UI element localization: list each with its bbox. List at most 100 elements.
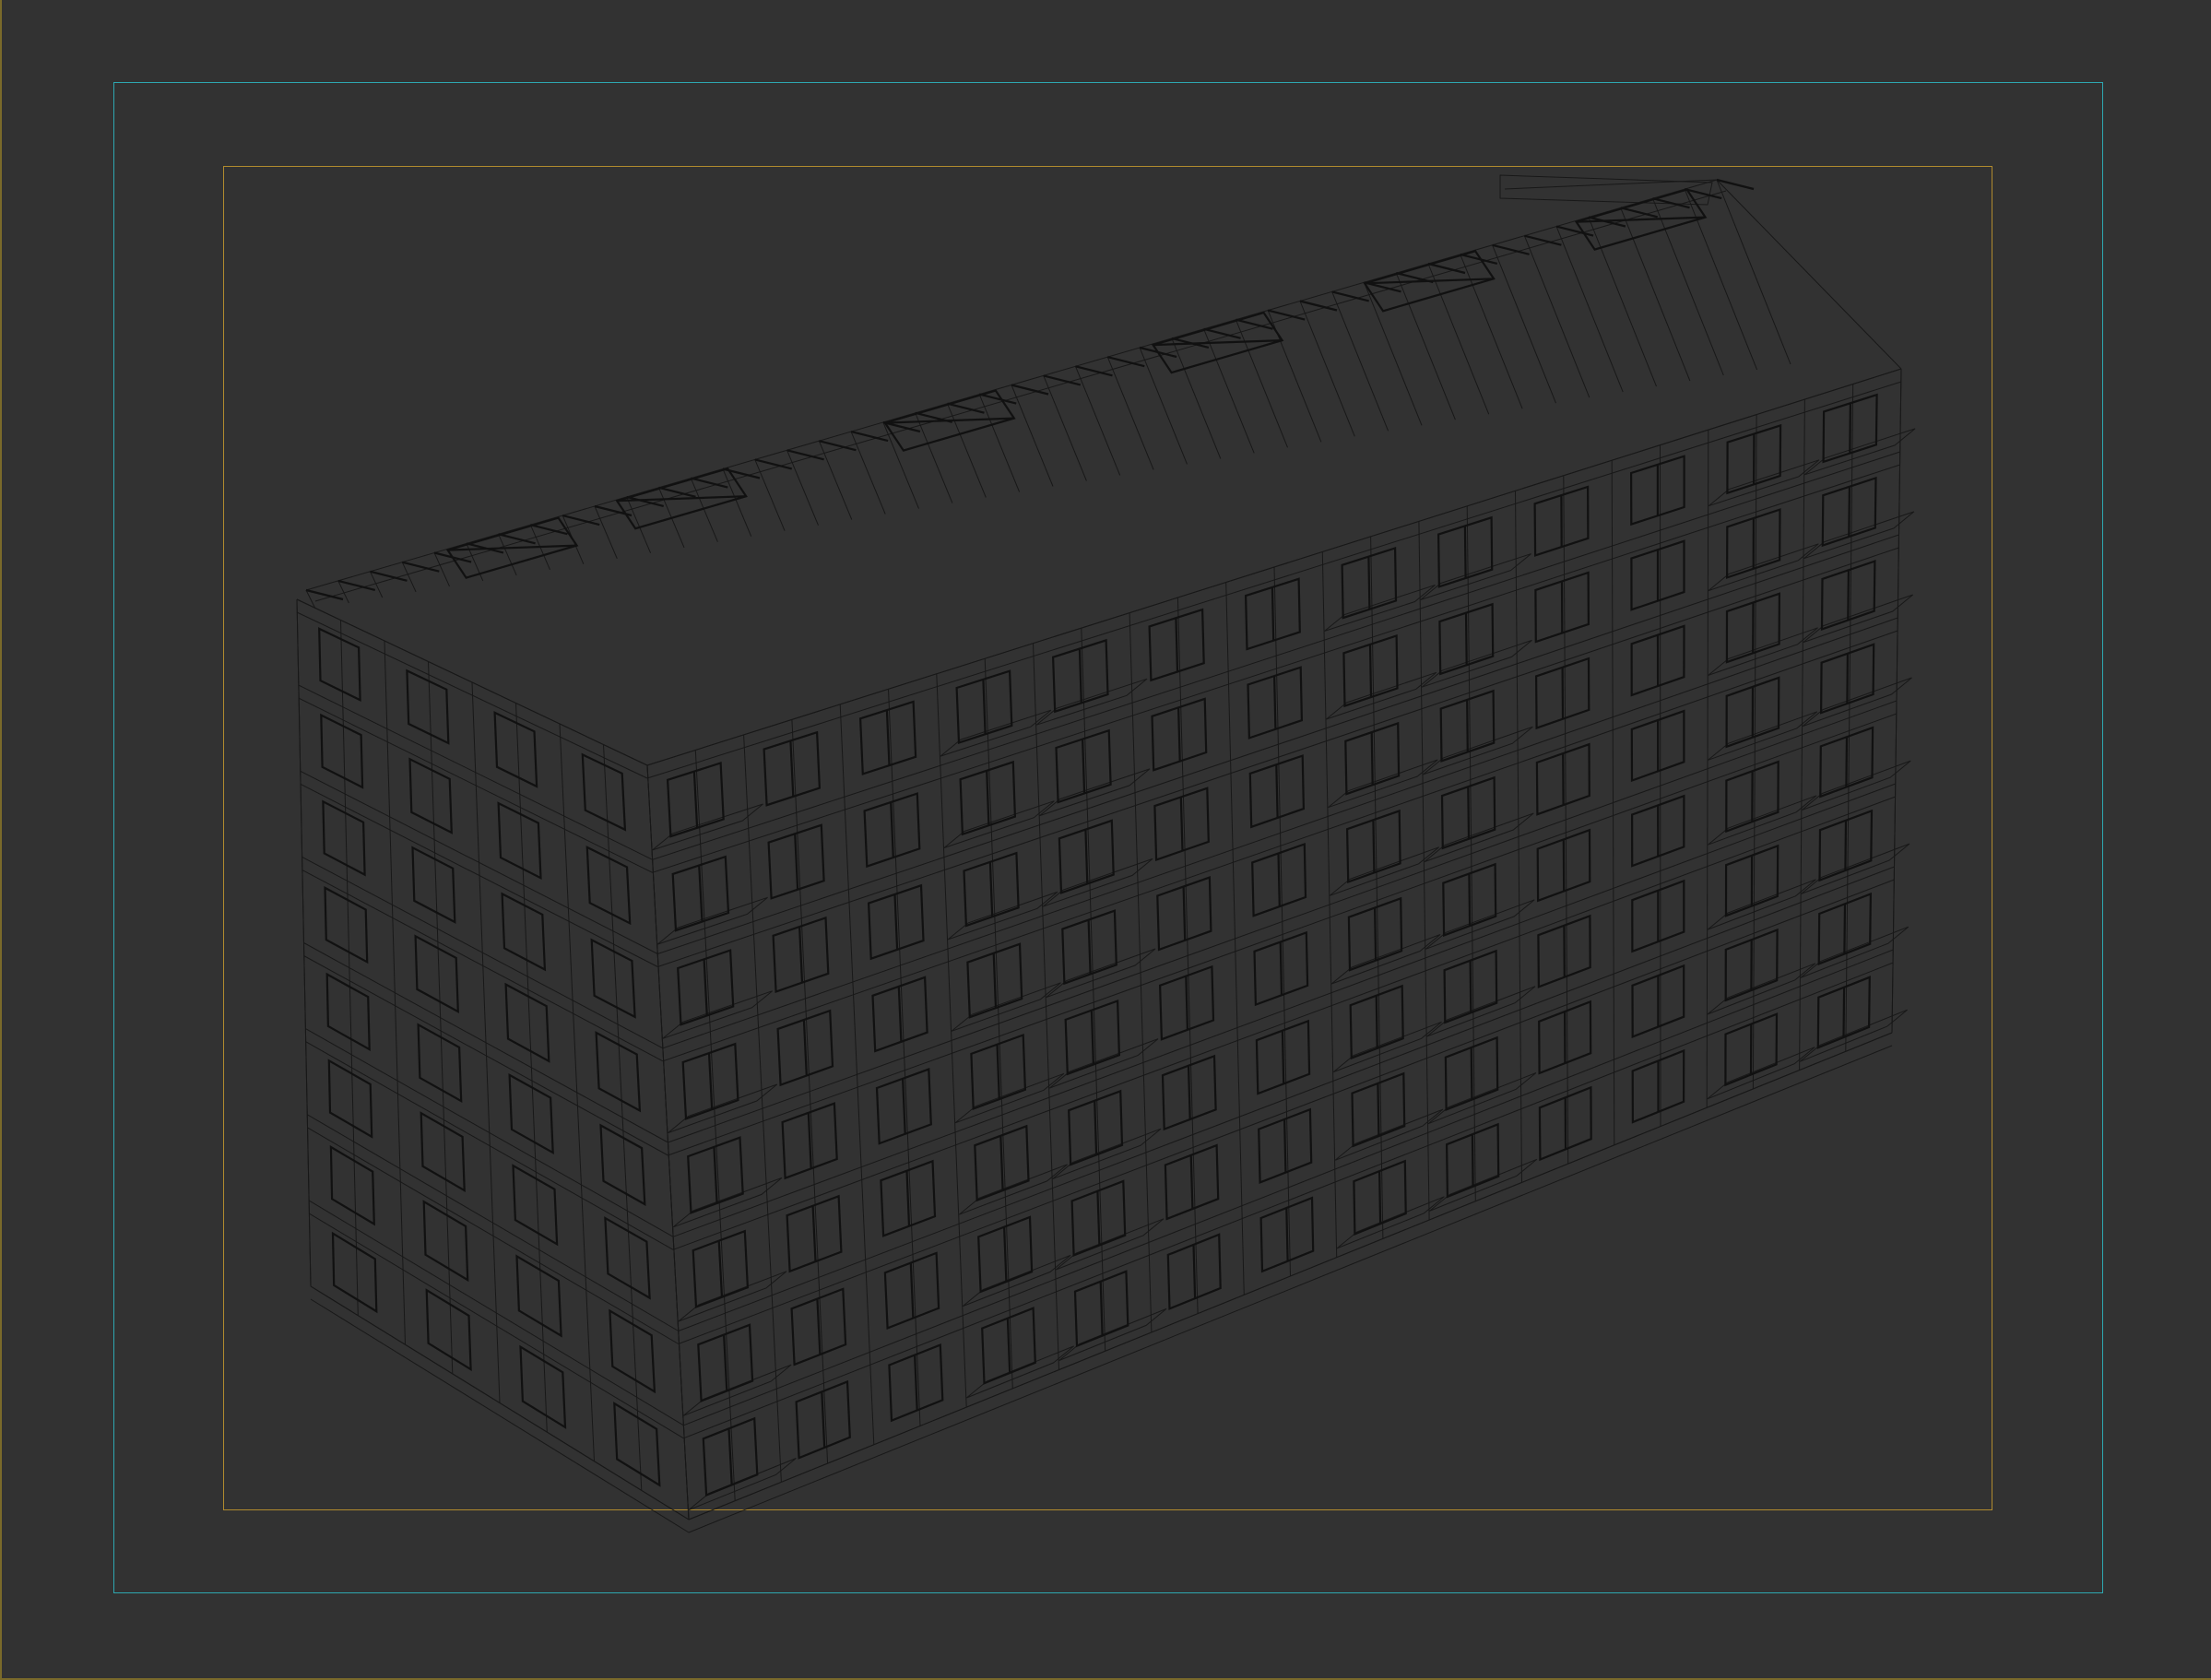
side-window	[331, 1231, 378, 1314]
window-mullion	[1090, 1010, 1094, 1065]
roof-slope-line	[1620, 207, 1691, 382]
balcony-slab	[1425, 899, 1535, 950]
balcony-slab	[1334, 1108, 1444, 1161]
roof-slope-line	[1523, 235, 1590, 398]
roof-slope-line	[978, 394, 1021, 492]
roof-slope-line	[1716, 179, 1791, 365]
side-window	[322, 799, 366, 877]
window-mullion	[1175, 618, 1179, 672]
window-mullion	[885, 710, 891, 766]
side-floor-line	[302, 869, 664, 1062]
window-mullion	[816, 1298, 822, 1355]
side-window	[406, 668, 450, 745]
corner-edge	[296, 598, 312, 1287]
roof-dormer-brace	[1365, 278, 1495, 285]
window-mullion	[999, 1135, 1004, 1191]
roof-slope-line	[754, 459, 786, 531]
side-window	[411, 846, 456, 924]
window-mullion	[798, 927, 804, 983]
window-mullion	[1192, 1244, 1197, 1299]
window-mullion	[802, 1019, 808, 1076]
window-mullion	[789, 740, 795, 797]
gable-edge	[1716, 179, 1902, 370]
side-window	[599, 1123, 646, 1206]
side-window	[501, 892, 547, 972]
roof-slope-line	[1492, 244, 1556, 404]
roof-slope-line	[1331, 291, 1389, 432]
roof-slope-line	[1395, 272, 1456, 420]
window-mullion	[982, 679, 987, 735]
side-window	[504, 982, 550, 1063]
roof-slope-line	[915, 412, 953, 503]
balcony-slab	[1332, 1021, 1442, 1073]
balcony-slab	[1336, 1196, 1445, 1249]
window-mullion	[1467, 787, 1471, 839]
balcony-slab	[1429, 1158, 1538, 1212]
roof-slope-line	[1652, 198, 1724, 376]
side-vertical	[384, 640, 406, 1345]
window-mullion	[1096, 1190, 1101, 1246]
window-mullion	[1003, 1226, 1008, 1283]
side-window	[325, 972, 371, 1052]
window-mullion	[1078, 648, 1082, 704]
side-window	[425, 1288, 472, 1372]
window-mullion	[1844, 820, 1848, 871]
window-mullion	[1843, 904, 1847, 954]
window-mullion	[1285, 1207, 1289, 1261]
window-mullion	[893, 893, 899, 950]
window-mullion	[905, 1170, 911, 1226]
building-wireframe[interactable]	[2, 0, 2211, 1680]
roof-slope-line	[1106, 357, 1154, 470]
corner-edge	[646, 764, 690, 1520]
window-mullion	[986, 770, 990, 826]
side-window	[519, 1344, 567, 1429]
window-mullion	[1283, 1118, 1287, 1173]
window-mullion	[909, 1262, 915, 1319]
roof-slope-line	[1203, 328, 1255, 454]
side-window	[414, 934, 459, 1013]
window-mullion	[1177, 707, 1181, 762]
window-mullion	[1377, 1083, 1380, 1137]
window-mullion	[1094, 1100, 1098, 1155]
balcony-slab	[1421, 639, 1532, 688]
ground-edge	[688, 1032, 1893, 1520]
roof-slope-line	[1364, 282, 1423, 426]
balcony-slab	[1326, 671, 1437, 720]
window-mullion	[1378, 1171, 1382, 1225]
roof-slope-line	[1588, 217, 1657, 387]
window-mullion	[1084, 829, 1089, 884]
side-window	[595, 1031, 642, 1113]
window-mullion	[1469, 960, 1472, 1013]
window-mullion	[1468, 873, 1472, 927]
roof-ridge	[314, 190, 1727, 602]
balcony-slab	[1800, 926, 1910, 978]
front-floor-line	[688, 1045, 1893, 1533]
window-mullion	[807, 1112, 812, 1169]
window-mullion	[1464, 612, 1468, 666]
window-mullion	[1466, 699, 1469, 752]
window-mullion	[1277, 853, 1281, 907]
side-window	[581, 752, 627, 832]
window-mullion	[996, 1044, 1000, 1100]
window-mullion	[794, 834, 799, 890]
roof-slope-line	[1299, 301, 1355, 437]
side-floor-line	[310, 1298, 690, 1533]
roof-slope-line	[882, 421, 919, 509]
roof-slope-line	[1043, 375, 1087, 481]
balcony-slab	[1324, 585, 1436, 632]
window-mullion	[1846, 653, 1849, 704]
side-window	[417, 1023, 463, 1104]
balcony-slab	[1802, 760, 1911, 810]
front-vertical	[743, 734, 782, 1483]
balcony-slab	[1035, 678, 1148, 726]
side-floor-line	[298, 697, 653, 873]
side-window	[613, 1402, 661, 1487]
roof-slope-line	[433, 552, 450, 587]
window-mullion	[992, 952, 998, 1009]
window-mullion	[890, 801, 894, 858]
wireframe-viewport[interactable]	[0, 0, 2211, 1680]
side-window	[515, 1254, 562, 1338]
balcony-slab	[1420, 553, 1531, 600]
front-vertical	[984, 658, 1013, 1389]
side-window	[422, 1200, 469, 1283]
